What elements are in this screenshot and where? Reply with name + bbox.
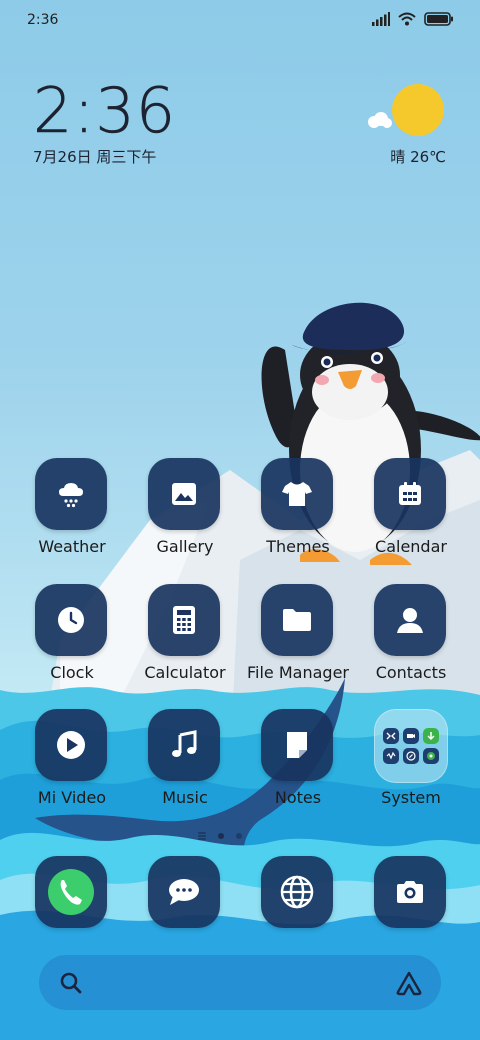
battery-icon xyxy=(424,12,453,26)
notes-app-tile[interactable] xyxy=(261,709,333,781)
phone-app-tile[interactable] xyxy=(35,856,107,928)
calendar-app-tile[interactable] xyxy=(374,458,446,530)
search-icon[interactable] xyxy=(59,971,83,995)
themes-app-tile[interactable] xyxy=(261,458,333,530)
cloud-icon xyxy=(368,112,392,128)
app-list-indicator-icon xyxy=(198,832,206,840)
mini-app-icon xyxy=(403,728,419,744)
clock-icon xyxy=(58,607,84,633)
browser-globe-icon xyxy=(280,875,314,909)
home-screen: 2:36 2:36 7月26日 周三下午 晴 26℃ Weather Galle… xyxy=(0,0,480,1040)
app-gallery[interactable]: Gallery xyxy=(128,458,242,568)
sun-icon xyxy=(392,84,444,136)
mini-app-icon xyxy=(383,748,399,764)
browser-app-tile[interactable] xyxy=(261,856,333,928)
app-label: Calendar xyxy=(375,537,447,556)
app-weather[interactable]: Weather xyxy=(15,458,129,568)
clock-app-tile[interactable] xyxy=(35,584,107,656)
person-icon xyxy=(397,608,423,633)
app-calendar[interactable]: Calendar xyxy=(354,458,468,568)
status-time: 2:36 xyxy=(27,12,59,28)
dock-camera[interactable] xyxy=(354,856,468,966)
folder-grid-icon xyxy=(383,728,439,764)
weather-widget[interactable]: 晴 26℃ xyxy=(366,80,446,170)
calculator-app-tile[interactable] xyxy=(148,584,220,656)
music-note-icon xyxy=(172,730,197,757)
gallery-app-tile[interactable] xyxy=(148,458,220,530)
app-calculator[interactable]: Calculator xyxy=(128,584,242,694)
tshirt-icon xyxy=(282,482,312,506)
image-icon xyxy=(172,483,196,505)
mini-app-icon xyxy=(423,748,439,764)
page-indicator[interactable] xyxy=(198,830,258,842)
calendar-icon xyxy=(399,482,421,505)
page-dot xyxy=(236,833,242,839)
status-bar: 2:36 xyxy=(0,0,480,44)
messages-app-tile[interactable] xyxy=(148,856,220,928)
mini-app-icon xyxy=(383,728,399,744)
camera-app-tile[interactable] xyxy=(374,856,446,928)
wifi-icon xyxy=(398,12,416,26)
note-icon xyxy=(287,732,307,758)
page-dot-active xyxy=(218,833,224,839)
mi-video-app-tile[interactable] xyxy=(35,709,107,781)
play-icon xyxy=(57,731,85,759)
assistant-icon[interactable] xyxy=(395,970,423,996)
widget-date: 7月26日 周三下午 xyxy=(33,148,157,166)
widget-time: 2:36 xyxy=(33,74,177,147)
weather-text: 晴 26℃ xyxy=(390,148,446,166)
app-clock[interactable]: Clock xyxy=(15,584,129,694)
signal-icon xyxy=(372,12,390,26)
folder-icon xyxy=(283,609,311,631)
search-bar[interactable] xyxy=(39,955,441,1010)
cloud-snow-icon xyxy=(59,483,83,508)
music-app-tile[interactable] xyxy=(148,709,220,781)
app-system-folder[interactable]: System xyxy=(354,709,468,819)
clock-widget[interactable]: 2:36 7月26日 周三下午 xyxy=(33,74,233,168)
dock-browser[interactable] xyxy=(241,856,355,966)
weather-app-tile[interactable] xyxy=(35,458,107,530)
app-label: System xyxy=(381,788,441,807)
calculator-icon xyxy=(173,606,195,634)
app-music[interactable]: Music xyxy=(128,709,242,819)
dock-phone[interactable] xyxy=(15,856,129,966)
dock-messages[interactable] xyxy=(128,856,242,966)
mini-app-icon xyxy=(403,748,419,764)
app-file-manager[interactable]: File Manager xyxy=(241,584,355,694)
contacts-app-tile[interactable] xyxy=(374,584,446,656)
status-icons xyxy=(372,12,454,26)
app-notes[interactable]: Notes xyxy=(241,709,355,819)
app-contacts[interactable]: Contacts xyxy=(354,584,468,694)
app-label: Contacts xyxy=(375,663,447,682)
camera-icon xyxy=(397,881,423,903)
app-themes[interactable]: Themes xyxy=(241,458,355,568)
file-manager-app-tile[interactable] xyxy=(261,584,333,656)
message-icon xyxy=(169,879,199,905)
mini-app-icon xyxy=(423,728,439,744)
app-mi-video[interactable]: Mi Video xyxy=(15,709,129,819)
system-folder-tile[interactable] xyxy=(374,709,448,783)
phone-icon xyxy=(48,869,94,915)
